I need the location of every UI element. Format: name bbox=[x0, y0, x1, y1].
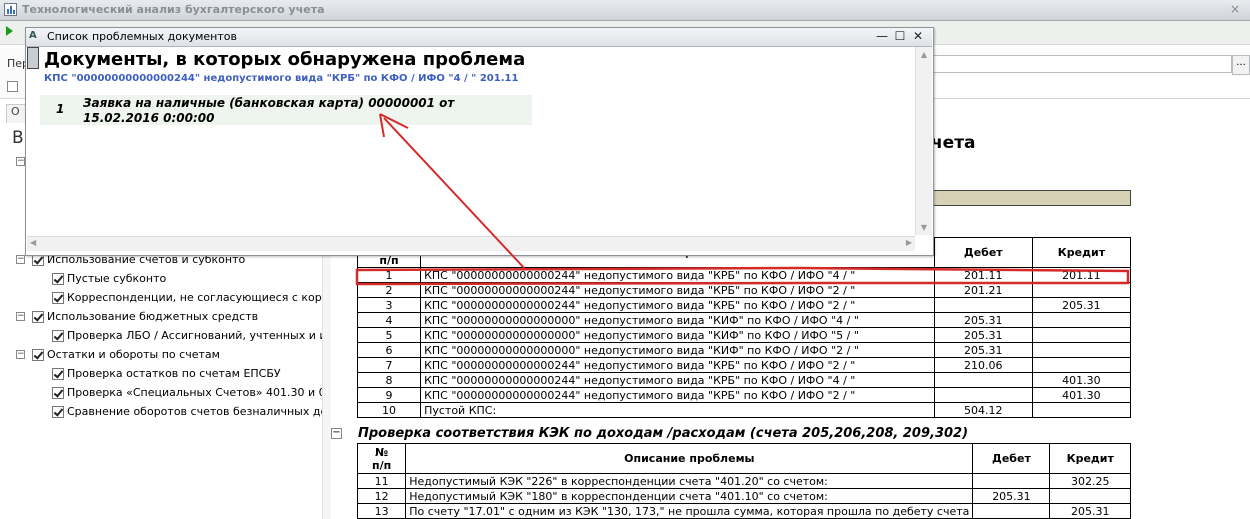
red-annotation-overlay bbox=[355, 113, 1130, 286]
annotation-arrow bbox=[383, 117, 527, 271]
annotation-arrowhead bbox=[379, 113, 409, 138]
highlight-outline bbox=[355, 266, 1130, 286]
